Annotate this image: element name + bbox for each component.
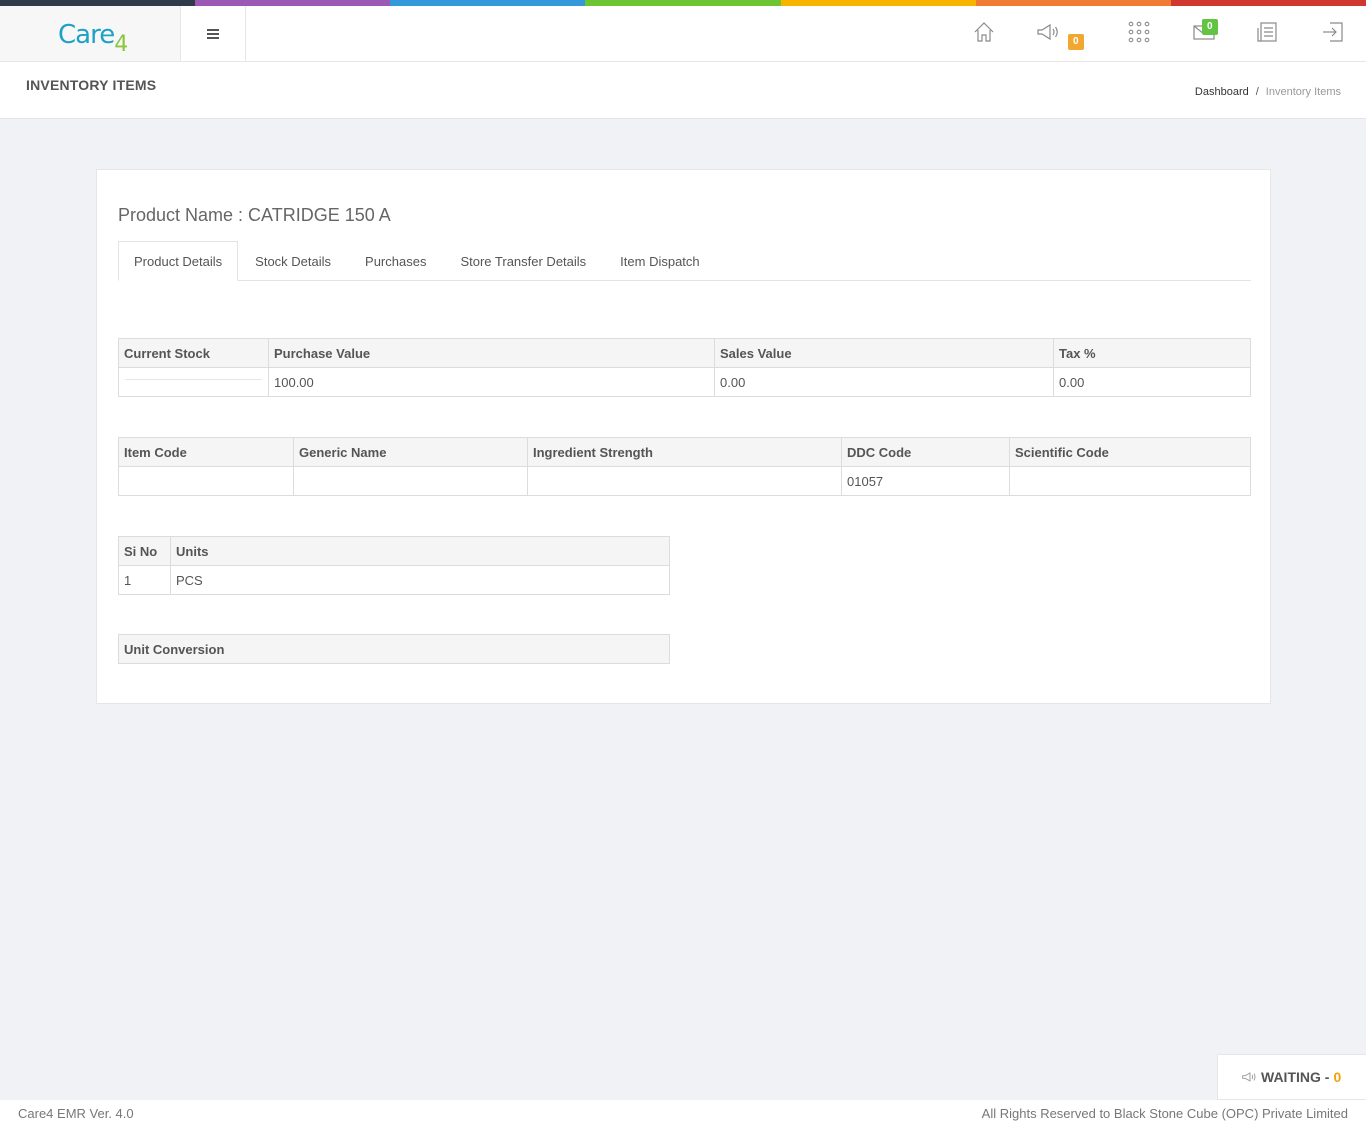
announcement-icon: [1242, 1072, 1256, 1082]
reports-icon[interactable]: [1256, 20, 1280, 44]
announcement-icon[interactable]: [1036, 20, 1060, 44]
breadcrumb-current: Inventory Items: [1265, 86, 1341, 98]
waiting-label: WAITING -: [1261, 1069, 1330, 1085]
column-header: Ingredient Strength: [527, 437, 842, 467]
tax-cell: 0.00: [1053, 367, 1251, 397]
hamburger-icon: [207, 28, 219, 39]
ddc-code-cell: 01057: [841, 466, 1010, 496]
column-header: Tax %: [1053, 338, 1251, 368]
item-code-cell: [118, 466, 294, 496]
units-table: Si No Units 1 PCS: [118, 536, 670, 595]
item-codes-table: Item Code Generic Name Ingredient Streng…: [118, 437, 1251, 496]
empty-stock-indicator: [125, 379, 262, 380]
column-header: Si No: [118, 536, 171, 566]
table-row: 1 PCS: [118, 565, 670, 595]
product-tabs: Product Details Stock Details Purchases …: [118, 241, 1251, 281]
logout-icon[interactable]: [1321, 20, 1345, 44]
breadcrumb-separator: /: [1255, 86, 1259, 98]
waiting-queue-widget[interactable]: WAITING -0: [1217, 1054, 1366, 1100]
generic-name-cell: [293, 466, 528, 496]
ingredient-strength-cell: [527, 466, 842, 496]
breadcrumb: Dashboard / Inventory Items: [1195, 86, 1341, 98]
column-header: Scientific Code: [1009, 437, 1251, 467]
footer: Care4 EMR Ver. 4.0 All Rights Reserved t…: [0, 1100, 1366, 1135]
tab-stock-details[interactable]: Stock Details: [238, 241, 348, 281]
table-row: 01057: [118, 466, 1251, 496]
apps-grid-icon[interactable]: [1127, 20, 1151, 44]
sales-value-cell: 0.00: [714, 367, 1054, 397]
product-card: Product Name : CATRIDGE 150 A Product De…: [96, 169, 1271, 704]
mail-badge: 0: [1202, 19, 1218, 35]
tab-item-dispatch[interactable]: Item Dispatch: [603, 241, 716, 281]
column-header: Sales Value: [714, 338, 1054, 368]
unit-conversion-table: Unit Conversion: [118, 634, 670, 664]
column-header: Item Code: [118, 437, 294, 467]
unit-cell: PCS: [170, 565, 670, 595]
stock-value-table: Current Stock Purchase Value Sales Value…: [118, 338, 1251, 397]
logo-sub-text: 4: [114, 32, 128, 57]
scientific-code-cell: [1009, 466, 1251, 496]
product-name-heading: Product Name : CATRIDGE 150 A: [118, 205, 391, 225]
logo[interactable]: Care4: [58, 20, 128, 57]
home-icon[interactable]: [972, 20, 996, 44]
top-navbar: Care4 0 0: [0, 6, 1366, 62]
tab-product-details[interactable]: Product Details: [118, 241, 239, 281]
footer-copyright: All Rights Reserved to Black Stone Cube …: [981, 1106, 1348, 1121]
announcement-badge: 0: [1068, 34, 1084, 50]
page-title: INVENTORY ITEMS: [26, 77, 157, 93]
column-header: Current Stock: [118, 338, 269, 368]
purchase-value-cell: 100.00: [268, 367, 715, 397]
column-header: Unit Conversion: [118, 634, 670, 664]
page-header: INVENTORY ITEMS Dashboard / Inventory Item…: [0, 62, 1366, 119]
current-stock-cell: [118, 367, 269, 397]
column-header: Generic Name: [293, 437, 528, 467]
tab-purchases[interactable]: Purchases: [348, 241, 443, 281]
column-header: Units: [170, 536, 670, 566]
menu-toggle-button[interactable]: [181, 6, 246, 61]
waiting-count: 0: [1333, 1069, 1342, 1085]
si-no-cell: 1: [118, 565, 171, 595]
tab-store-transfer-details[interactable]: Store Transfer Details: [443, 241, 603, 281]
table-row: 100.00 0.00 0.00: [118, 367, 1251, 397]
column-header: Purchase Value: [268, 338, 715, 368]
logo-area[interactable]: Care4: [0, 6, 181, 61]
column-header: DDC Code: [841, 437, 1010, 467]
breadcrumb-dashboard-link[interactable]: Dashboard: [1195, 86, 1249, 98]
footer-version: Care4 EMR Ver. 4.0: [18, 1106, 134, 1121]
logo-main-text: Care: [58, 20, 115, 50]
